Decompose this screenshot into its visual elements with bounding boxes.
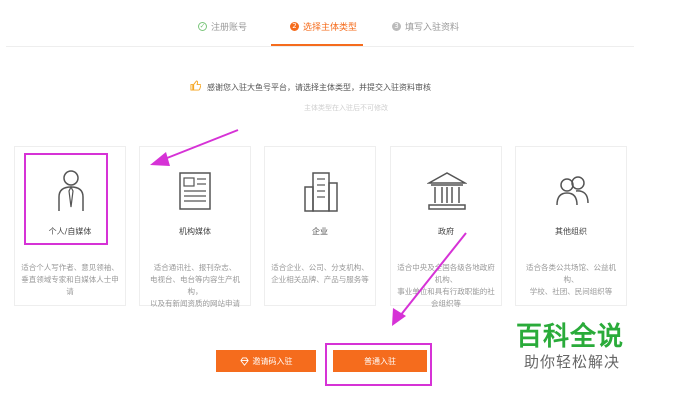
watermark-slogan: 助你轻松解决 [524,353,621,371]
desc-line: 会组织等 [431,299,461,308]
desc-line: 构， [187,287,203,296]
desc-line: 电视台、电台等内容生产机 [150,275,240,284]
desc-line: 构、 [563,275,579,284]
step-select-type: 2 选择主体类型 [290,20,357,33]
notice-subtext: 主体类型在入驻后不可修改 [304,104,388,112]
card-label: 政府 [438,227,454,236]
number-2-icon: 2 [290,22,299,31]
card-description: 适合中央及全国各级各地政府 机构、 事业单位和具有行政职能的社 会组织等 [384,262,508,310]
card-description: 适合个人写作者、意见领袖、 垂直领域专家和自媒体人士申 请 [8,262,132,298]
desc-line: 垂直领域专家和自媒体人士申 [21,275,119,284]
divider [6,46,634,47]
step-label: 选择主体类型 [303,23,358,33]
watermark-logo-text: 百科全说 [516,322,625,352]
desc-line: 适合通讯社、报刊杂志、 [153,263,237,272]
card-label: 其他组织 [555,227,587,236]
thumbs-up-icon [190,80,202,94]
annotation-highlight-box [24,153,108,245]
step-label: 填写入驻资料 [405,23,460,33]
newspaper-icon [179,172,211,210]
group-icon [556,176,589,206]
card-label: 机构媒体 [179,227,211,236]
step-label: 注册账号 [211,23,248,33]
invite-code-button[interactable]: 邀请码入驻 [216,350,316,372]
government-icon [427,172,467,210]
desc-line: 适合企业、公司、分支机构、 [271,263,369,272]
card-description: 适合通讯社、报刊杂志、 电视台、电台等内容生产机 构， 以及有新闻资质的网站申请 [133,262,257,310]
building-icon [304,172,338,212]
step-fill-info: 3 填写入驻资料 [392,20,459,33]
desc-line: 请 [66,287,74,296]
desc-line: 事业单位和具有行政职能的社 [397,287,495,296]
notice-text: 感谢您入驻大鱼号平台，请选择主体类型，并提交入驻资料审核 [207,82,431,92]
notice: 感谢您入驻大鱼号平台，请选择主体类型，并提交入驻资料审核 [190,80,431,94]
card-description: 适合各类公共场馆、公益机 构、 学校、社团、民间组织等 [509,262,633,298]
check-circle-icon: ✓ [198,22,207,31]
desc-line: 学校、社团、民间组织等 [529,287,613,296]
number-3-icon: 3 [392,22,401,31]
card-description: 适合企业、公司、分支机构、 企业相关品牌、产品与服务等 [258,262,382,286]
annotation-highlight-box [325,343,432,386]
invite-code-label: 邀请码入驻 [252,356,293,366]
desc-line: 适合各类公共场馆、公益机 [526,263,616,272]
desc-line: 适合中央及全国各级各地政府 [397,263,495,272]
desc-line: 以及有新闻资质的网站申请 [150,299,240,308]
diamond-icon [239,356,249,366]
desc-line: 企业相关品牌、产品与服务等 [271,275,369,284]
desc-line: 机构、 [434,275,458,284]
step-register: ✓ 注册账号 [198,20,247,33]
card-label: 企业 [312,227,328,236]
desc-line: 适合个人写作者、意见领袖、 [21,263,119,272]
step-bar: ✓ 注册账号 2 选择主体类型 3 填写入驻资料 [0,0,692,48]
